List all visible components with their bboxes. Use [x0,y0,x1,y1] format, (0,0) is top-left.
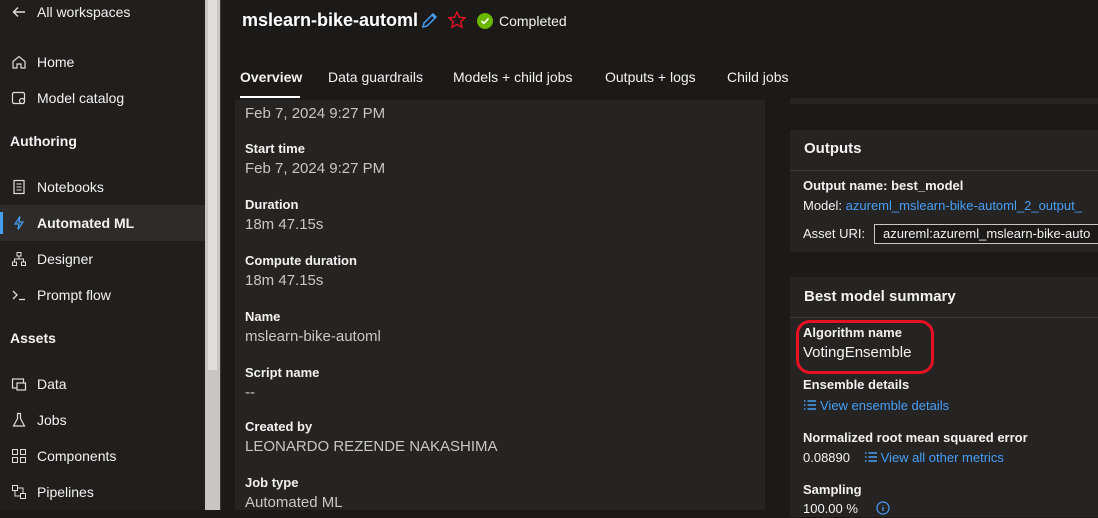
automated-ml-icon [10,214,28,232]
card-divider [790,317,1098,318]
data-icon [10,375,28,393]
prompt-flow-icon [10,286,28,304]
duration-label: Duration [245,197,299,212]
edit-icon[interactable] [420,10,440,35]
tab-models-child-jobs[interactable]: Models + child jobs [453,69,572,85]
model-row: Model: azureml_mslearn-bike-automl_2_out… [803,198,1082,213]
pipelines-icon [10,483,28,501]
created-by-field: Created by LEONARDO REZENDE NAKASHIMA [245,419,498,455]
home-icon [10,53,28,71]
sidebar-item-prompt-flow[interactable]: Prompt flow [10,283,111,307]
name-value: mslearn-bike-automl [245,328,381,345]
metric-label: Normalized root mean squared error [803,430,1028,445]
asset-uri-label: Asset URI: [803,226,866,241]
start-time-field: Start time Feb 7, 2024 9:27 PM [245,141,385,177]
sampling-value: 100.00 % [803,501,858,516]
view-all-metrics-link[interactable]: View all other metrics [864,450,1004,465]
job-type-label: Job type [245,475,299,490]
created-on-value: Feb 7, 2024 9:27 PM [245,105,386,122]
list-icon [803,399,817,414]
model-link[interactable]: azureml_mslearn-bike-automl_2_output_ [846,198,1082,213]
active-tab-indicator [240,96,300,98]
view-all-metrics-text: View all other metrics [880,450,1004,465]
metric-value: 0.08890 [803,450,850,465]
metric-row: 0.08890 View all other metrics [803,450,1004,466]
duration-field: Duration 18m 47.15s [245,197,323,233]
annotation-highlight [796,320,934,374]
sidebar-item-home[interactable]: Home [10,50,74,74]
assets-section-header: Assets [10,330,56,346]
tab-data-guardrails[interactable]: Data guardrails [328,69,423,85]
notebook-icon [10,178,28,196]
outputs-card-title: Outputs [804,140,862,157]
created-by-label: Created by [245,419,313,434]
tab-overview[interactable]: Overview [240,69,302,85]
sidebar-item-label: Home [37,54,75,70]
status-badge: Completed [477,13,567,29]
card-divider [790,170,1098,171]
best-model-summary-card: Best model summary [790,277,1098,517]
sidebar-item-label: Automated ML [37,215,135,231]
checkmark-icon [477,13,493,29]
sidebar-item-label: Model catalog [37,90,125,106]
status-text: Completed [499,13,567,29]
script-name-value: -- [245,384,255,401]
sidebar-item-label: Prompt flow [37,287,111,303]
sidebar-item-components[interactable]: Components [10,444,116,468]
back-label: All workspaces [37,4,131,20]
jobs-icon [10,411,28,429]
model-catalog-icon [10,89,28,107]
start-time-value: Feb 7, 2024 9:27 PM [245,160,386,177]
sidebar-item-label: Notebooks [37,179,104,195]
output-name-label: Output name: best_model [803,178,964,193]
sidebar-item-notebooks[interactable]: Notebooks [10,175,104,199]
sidebar-item-pipelines[interactable]: Pipelines [10,480,94,504]
back-to-workspaces[interactable]: All workspaces [10,0,130,24]
favorite-star-icon[interactable] [447,10,467,35]
list-icon [864,451,878,466]
tab-child-jobs[interactable]: Child jobs [727,69,788,85]
name-label: Name [245,309,281,324]
ensemble-details-label: Ensemble details [803,377,910,392]
active-item-indicator [0,212,3,234]
asset-uri-field[interactable]: azureml:azureml_mslearn-bike-auto [874,224,1098,244]
nav-divider [220,0,221,510]
sidebar-item-label: Components [37,448,117,464]
tab-outputs-logs[interactable]: Outputs + logs [605,69,696,85]
designer-icon [10,250,28,268]
sidebar-item-label: Pipelines [37,484,94,500]
job-type-field: Job type Automated ML [245,475,343,511]
sampling-label: Sampling [803,482,862,497]
arrow-left-icon [10,3,28,21]
duration-value: 18m 47.15s [245,216,324,233]
sidebar-item-data[interactable]: Data [10,372,67,396]
sidebar-item-jobs[interactable]: Jobs [10,408,67,432]
name-field: Name mslearn-bike-automl [245,309,381,345]
sidebar-item-label: Jobs [37,412,67,428]
authoring-section-header: Authoring [10,133,77,149]
compute-duration-value: 18m 47.15s [245,272,324,289]
sidebar-scrollbar-thumb[interactable] [208,0,217,370]
created-by-value: LEONARDO REZENDE NAKASHIMA [245,438,498,455]
sidebar-item-designer[interactable]: Designer [10,247,93,271]
view-ensemble-details-link[interactable]: View ensemble details [803,398,949,414]
sidebar-item-model-catalog[interactable]: Model catalog [10,86,124,110]
page-title: mslearn-bike-automl [242,10,419,30]
previous-card-bottom [790,98,1098,104]
view-ensemble-details-text: View ensemble details [820,398,950,413]
script-name-field: Script name -- [245,365,319,401]
components-icon [10,447,28,465]
start-time-label: Start time [245,141,305,156]
sidebar-item-automated-ml[interactable]: Automated ML [10,211,134,235]
model-label: Model: [803,198,843,213]
compute-duration-field: Compute duration 18m 47.15s [245,253,357,289]
sidebar-item-label: Designer [37,251,94,267]
job-type-value: Automated ML [245,494,343,511]
script-name-label: Script name [245,365,320,380]
best-model-card-title: Best model summary [804,288,956,305]
sidebar-item-label: Data [37,376,67,392]
compute-duration-label: Compute duration [245,253,357,268]
